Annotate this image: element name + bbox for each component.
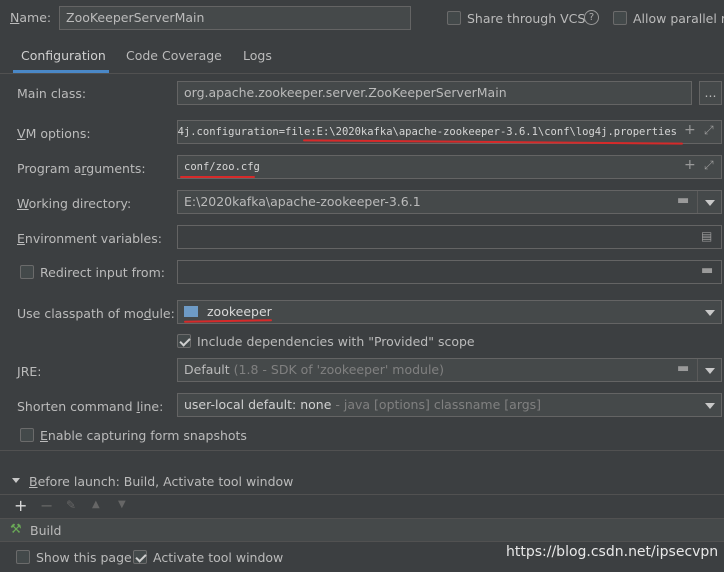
redirect-checkbox[interactable] [20,265,34,279]
move-up-icon[interactable]: ▲ [92,499,100,510]
shorten-value: user-local default: none [184,397,332,412]
expand-icon[interactable]: ⤢ [704,123,714,138]
module-icon [184,306,198,317]
include-deps-checkbox[interactable] [177,334,191,348]
chevron-down-icon[interactable] [705,200,715,206]
jre-value: Default [184,362,230,377]
include-deps-label: Include dependencies with "Provided" sco… [197,334,475,349]
move-down-icon[interactable]: ▼ [118,499,126,510]
before-launch-toolbar: + − ✎ ▲ ▼ [0,494,724,518]
vm-options-label: VM options: [17,126,91,141]
tab-configuration[interactable]: Configuration [13,47,109,73]
divider [697,191,698,213]
vm-options-text: log4j.configuration=file:E:\2020kafka\ap… [177,126,677,138]
redirect-label: Redirect input from: [40,265,165,280]
tab-label: Logs [243,48,272,63]
list-item[interactable]: ⚒ Build [0,518,724,542]
folder-icon[interactable]: ▬ [677,361,689,376]
share-vcs-label: Share through VCS [467,11,586,26]
remove-icon[interactable]: − [40,496,53,515]
name-label: Name: [10,10,52,25]
capture-checkbox[interactable] [20,428,34,442]
divider [697,359,698,381]
plus-icon[interactable]: + [684,122,696,138]
shorten-select[interactable]: user-local default: none - java [options… [177,393,722,417]
main-class-label: Main class: [17,86,87,101]
browse-button[interactable]: ... [699,81,722,105]
allow-parallel-checkbox[interactable] [613,11,627,25]
jre-label: JRE: [17,364,42,379]
list-item-label: Build [30,523,62,538]
before-launch-title: Before launch: Build, Activate tool wind… [29,474,294,489]
tab-logs[interactable]: Logs [243,47,272,73]
collapse-icon[interactable] [12,478,20,483]
add-icon[interactable]: + [14,496,27,515]
folder-icon[interactable]: ▬ [701,263,713,278]
jre-hint: (1.8 - SDK of 'zookeeper' module) [233,362,444,377]
tab-label: Configuration [21,48,106,63]
program-args-input[interactable]: conf/zoo.cfg [177,155,722,179]
redirect-input[interactable] [177,260,722,284]
shorten-label: Shorten command line: [17,399,164,414]
capture-label: Enable capturing form snapshots [40,428,247,443]
section-divider [0,450,724,451]
expand-icon[interactable]: ⤢ [704,158,714,173]
env-vars-label: Environment variables: [17,231,162,246]
annotation-underline [180,176,255,178]
tab-divider [0,73,724,74]
classpath-value: zookeeper [206,304,272,319]
classpath-label: Use classpath of module: [17,306,175,321]
edit-icon[interactable]: ✎ [66,498,76,512]
working-dir-input[interactable]: E:\2020kafka\apache-zookeeper-3.6.1 [177,190,722,214]
tab-label: Code Coverage [126,48,222,63]
show-page-label: Show this page [36,550,132,565]
watermark: https://blog.csdn.net/ipsecvpn [506,544,719,560]
tab-code-coverage[interactable]: Code Coverage [126,47,222,73]
main-class-input[interactable]: org.apache.zookeeper.server.ZooKeeperSer… [177,81,692,105]
document-icon[interactable]: ▤ [701,229,712,243]
share-vcs-checkbox[interactable] [447,11,461,25]
activate-tool-window-checkbox[interactable] [133,550,147,564]
shorten-hint: - java [options] classname [args] [331,397,542,412]
allow-parallel-label: Allow parallel r [633,11,724,26]
env-vars-input[interactable] [177,225,722,249]
working-dir-label: Working directory: [17,196,132,211]
chevron-down-icon[interactable] [705,310,715,316]
folder-icon[interactable]: ▬ [677,193,689,208]
chevron-down-icon[interactable] [705,403,715,409]
hammer-icon: ⚒ [10,522,22,537]
jre-select[interactable]: Default (1.8 - SDK of 'zookeeper' module… [177,358,722,382]
help-icon[interactable]: ? [584,10,599,25]
program-args-label: Program arguments: [17,161,146,176]
name-input[interactable]: ZooKeeperServerMain [59,6,411,30]
show-page-checkbox[interactable] [16,550,30,564]
plus-icon[interactable]: + [684,157,696,173]
chevron-down-icon[interactable] [705,368,715,374]
activate-tool-window-label: Activate tool window [153,550,284,565]
